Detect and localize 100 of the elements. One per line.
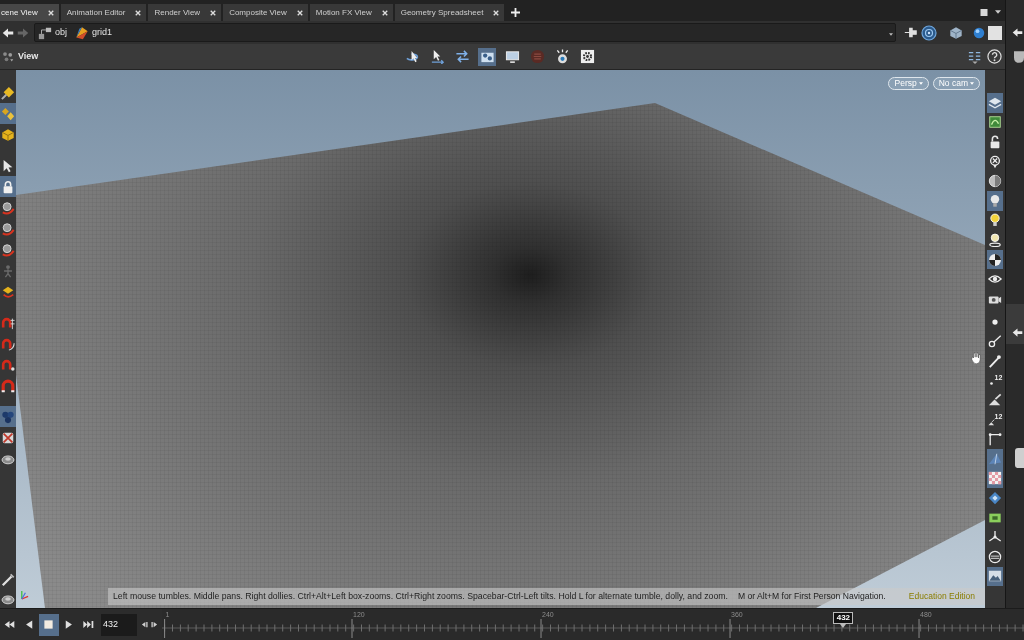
bulb-icon [988, 193, 1002, 208]
rotate-arrow-icon [404, 49, 420, 64]
uv-square-icon [988, 115, 1002, 130]
close-icon[interactable] [381, 9, 388, 16]
tool-button[interactable] [987, 249, 1003, 270]
skip-end-icon [82, 619, 94, 630]
cross-pin-icon [988, 154, 1002, 169]
pointer-arrows-icon [429, 49, 445, 64]
pen-icon [988, 353, 1002, 368]
dot-icon [987, 380, 995, 387]
swap-arrows-icon [454, 49, 470, 64]
tab[interactable]: Animation Editor [60, 4, 147, 21]
close-icon[interactable] [493, 9, 500, 16]
reverse-play-icon [23, 619, 35, 630]
monitor-icon [504, 49, 520, 64]
arrow-left-icon[interactable] [1012, 27, 1023, 38]
flash-lens-icon [554, 49, 570, 64]
arrow-left-icon[interactable] [1012, 327, 1023, 338]
orbit-icon [1, 221, 15, 236]
play-icon [63, 619, 75, 630]
tool-button[interactable] [478, 47, 496, 66]
columns-icon[interactable] [968, 49, 982, 64]
bulb-icon [988, 213, 1002, 228]
tab[interactable]: Render View [148, 4, 222, 21]
diamond-icon [988, 491, 1002, 506]
ring-icon [988, 549, 1002, 564]
brush-icon [1, 106, 15, 121]
striped-circle-icon [529, 49, 545, 64]
brush-icon [1, 85, 15, 100]
tab[interactable]: Motion FX View [309, 4, 393, 21]
caret-icon [918, 82, 923, 85]
path-node[interactable]: obj [38, 25, 67, 40]
close-icon[interactable] [210, 9, 217, 16]
lock-icon [1, 179, 15, 194]
pointer-triangle-icon [840, 624, 847, 628]
stick-figure-icon [1, 263, 15, 278]
brush-icon [987, 419, 995, 427]
open-lock-icon [988, 135, 1002, 149]
caret-icon [970, 82, 974, 85]
spheres-icon [1, 409, 15, 424]
checker-ball-icon [988, 252, 1002, 267]
square-icon[interactable] [988, 25, 1002, 40]
geometry-icon [75, 25, 89, 40]
network-icon [38, 25, 52, 40]
wand-icon [1, 572, 15, 587]
path-field[interactable]: obj grid1 [34, 23, 896, 42]
hint-text: Left mouse tumbles. Middle pans. Right dollies. Ctrl+Alt+Left box-zooms. Ctrl+Right zooms. Spacebar-Ctrl-Left tilts. Hold L for alternate tumble, dolly, and zoom. [113, 589, 728, 603]
tool-button[interactable] [987, 190, 1003, 211]
step-back-icon [141, 621, 149, 628]
hand-cursor-icon [971, 352, 981, 364]
tool-button[interactable] [987, 230, 1003, 250]
tool-button[interactable] [987, 566, 1003, 587]
target-icon[interactable] [921, 24, 937, 41]
step-forward-icon [151, 621, 159, 628]
pin-icon[interactable] [904, 26, 917, 39]
rewind-icon [4, 619, 16, 630]
picture-icon [988, 569, 1002, 584]
frame-field[interactable]: 432 [100, 613, 137, 636]
bulb-icon [988, 232, 1002, 247]
wedge-icon [988, 451, 1002, 466]
dots-icon[interactable] [2, 50, 14, 63]
orbit-icon [1, 200, 15, 215]
edition-text: Education Edition [908, 590, 975, 603]
close-icon[interactable] [296, 9, 303, 16]
checker-icon [988, 471, 1002, 486]
help-icon[interactable] [987, 49, 1002, 64]
tool-button[interactable] [987, 468, 1003, 489]
tab[interactable]: Composite View [223, 4, 308, 21]
axis-gizmo-icon [20, 588, 29, 601]
sphere-icon[interactable] [973, 26, 985, 39]
corner-icon [988, 432, 1002, 447]
close-icon[interactable] [47, 9, 54, 16]
arrow-right-icon [17, 26, 29, 39]
paint-icon [1, 284, 15, 299]
magnet-icon [1, 357, 15, 372]
hint-text: M or Alt+M for First Person Navigation. [737, 590, 886, 603]
crossed-box-icon [1, 430, 15, 445]
caret-icon[interactable] [995, 10, 1001, 14]
viewer-title: View [18, 49, 40, 63]
cube-icon [1, 127, 15, 142]
path-node[interactable]: grid1 [75, 25, 113, 40]
magnet-icon [1, 315, 15, 330]
close-icon[interactable] [135, 9, 142, 16]
half-sphere-icon [988, 174, 1002, 189]
tab[interactable]: Geometry Spreadsheet [394, 4, 505, 21]
point-line-icon [988, 334, 1002, 349]
brush-icon [988, 393, 1002, 408]
tab[interactable]: cene View [0, 4, 59, 21]
shield-icon[interactable] [1014, 50, 1024, 64]
magnet-icon [1, 336, 15, 351]
gear-icon [579, 49, 595, 64]
arrow-left-icon [2, 26, 14, 39]
stop-icon [43, 619, 55, 630]
back-button[interactable] [2, 26, 14, 39]
cube-icon[interactable] [949, 25, 963, 40]
magnet-icon [1, 378, 15, 393]
node-tile[interactable] [1015, 448, 1024, 468]
playback-button[interactable] [39, 613, 59, 636]
tool-button[interactable] [578, 47, 596, 66]
plus-icon[interactable] [511, 8, 521, 17]
